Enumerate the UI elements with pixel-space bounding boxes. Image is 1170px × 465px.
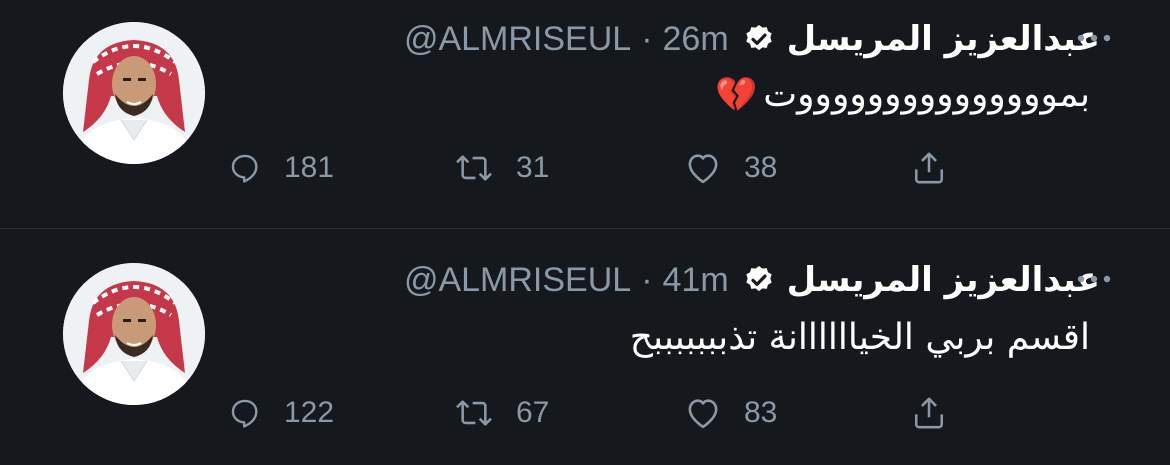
avatar[interactable] [63, 22, 205, 164]
tweet-actions: 122 67 83 [228, 391, 968, 435]
retweet-count: 31 [516, 151, 550, 184]
like-count: 38 [744, 151, 778, 184]
like-icon [688, 154, 718, 184]
tweet[interactable]: عبدالعزيز المريسل @ALMRISEUL · 26m بمووو… [0, 0, 1170, 228]
reply-button[interactable]: 122 [228, 391, 334, 435]
handle[interactable]: @ALMRISEUL [404, 261, 631, 300]
timestamp[interactable]: 41m [663, 261, 729, 300]
tweet-meta: @ALMRISEUL · 26m [404, 20, 729, 59]
retweet-icon [456, 155, 492, 181]
more-icon[interactable] [1076, 32, 1112, 44]
reply-icon [231, 399, 258, 428]
like-count: 83 [744, 396, 778, 429]
retweet-icon [456, 400, 492, 426]
share-icon [914, 152, 944, 184]
tweet-text: اقسم بربي الخياااااانة تذبببببببح [630, 317, 1090, 358]
tweet-actions: 181 31 38 [228, 146, 968, 190]
tweet-text: بموووووووووووووووت💔 [715, 74, 1090, 115]
broken-heart-emoji: 💔 [714, 75, 758, 115]
tweet-text-content: بموووووووووووووووت [763, 74, 1090, 115]
separator-dot: · [641, 260, 653, 299]
tweet-header: عبدالعزيز المريسل @ALMRISEUL · 41m [230, 255, 1100, 305]
reply-count: 122 [284, 396, 335, 429]
retweet-button[interactable]: 67 [454, 391, 549, 435]
tweet-feed: عبدالعزيز المريسل @ALMRISEUL · 26m بمووو… [0, 0, 1170, 465]
like-icon [688, 399, 718, 429]
timestamp[interactable]: 26m [663, 20, 729, 59]
share-button[interactable] [912, 146, 946, 190]
verified-badge-icon [745, 266, 772, 292]
reply-icon [231, 154, 258, 183]
tweet-text-content: اقسم بربي الخياااااانة تذبببببببح [629, 317, 1090, 358]
retweet-button[interactable]: 31 [454, 146, 549, 190]
handle[interactable]: @ALMRISEUL [404, 20, 631, 59]
retweet-count: 67 [516, 396, 550, 429]
share-icon [914, 397, 944, 429]
avatar[interactable] [63, 263, 205, 405]
more-icon[interactable] [1076, 273, 1112, 285]
like-button[interactable]: 83 [684, 391, 777, 435]
reply-button[interactable]: 181 [228, 146, 334, 190]
display-name[interactable]: عبدالعزيز المريسل [787, 260, 1100, 300]
tweet[interactable]: عبدالعزيز المريسل @ALMRISEUL · 41m اقسم … [0, 229, 1170, 465]
tweet-header: عبدالعزيز المريسل @ALMRISEUL · 26m [230, 14, 1100, 64]
verified-badge-icon [745, 25, 772, 51]
share-button[interactable] [912, 391, 946, 435]
display-name[interactable]: عبدالعزيز المريسل [787, 19, 1100, 59]
reply-count: 181 [284, 151, 335, 184]
like-button[interactable]: 38 [684, 146, 777, 190]
separator-dot: · [641, 19, 653, 58]
tweet-meta: @ALMRISEUL · 41m [404, 261, 729, 300]
